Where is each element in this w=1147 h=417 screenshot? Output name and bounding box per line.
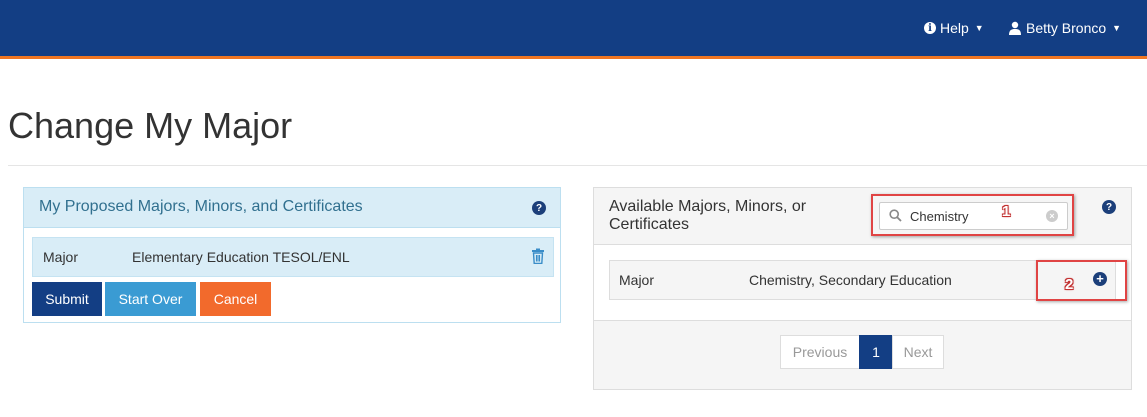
user-icon	[1009, 21, 1021, 35]
start-over-button[interactable]: Start Over	[105, 282, 196, 316]
help-menu-label: Help	[940, 20, 969, 36]
user-menu-label: Betty Bronco	[1026, 20, 1107, 36]
cancel-button[interactable]: Cancel	[200, 282, 271, 316]
annotation-box-add	[1036, 260, 1127, 301]
caret-down-icon: ▼	[974, 23, 984, 33]
next-page-button[interactable]: Next	[892, 335, 944, 369]
available-panel-title: Available Majors, Minors, or Certificate…	[609, 198, 807, 233]
result-row-type: Major	[619, 272, 655, 288]
top-navbar: i Help ▼ Betty Bronco ▼	[0, 0, 1147, 59]
submit-button[interactable]: Submit	[32, 282, 102, 316]
help-menu[interactable]: i Help ▼	[924, 17, 984, 39]
title-divider	[8, 165, 1147, 166]
annotation-box-search	[871, 194, 1074, 236]
page-title: Change My Major	[8, 105, 293, 146]
proposed-row: Major Elementary Education TESOL/ENL	[32, 237, 554, 277]
user-menu[interactable]: Betty Bronco ▼	[1008, 17, 1121, 39]
proposed-panel-title: My Proposed Majors, Minors, and Certific…	[39, 198, 363, 215]
page-1-button[interactable]: 1	[859, 335, 893, 369]
proposed-row-name: Elementary Education TESOL/ENL	[132, 249, 350, 265]
question-icon[interactable]: ?	[532, 201, 546, 215]
previous-page-button[interactable]: Previous	[780, 335, 860, 369]
proposed-panel-header: My Proposed Majors, Minors, and Certific…	[24, 188, 560, 228]
annotation-number-1: 1	[1002, 203, 1011, 220]
proposed-row-type: Major	[43, 249, 79, 265]
question-icon[interactable]: ?	[1102, 200, 1116, 214]
proposed-majors-panel: My Proposed Majors, Minors, and Certific…	[23, 187, 561, 323]
pagination: Previous 1 Next	[780, 335, 944, 369]
pager-divider	[594, 320, 1131, 321]
info-icon: i	[924, 22, 936, 34]
caret-down-icon: ▼	[1112, 23, 1122, 33]
result-row-name: Chemistry, Secondary Education	[749, 272, 952, 288]
annotation-number-2: 2	[1065, 276, 1074, 293]
trash-icon[interactable]	[531, 248, 545, 267]
